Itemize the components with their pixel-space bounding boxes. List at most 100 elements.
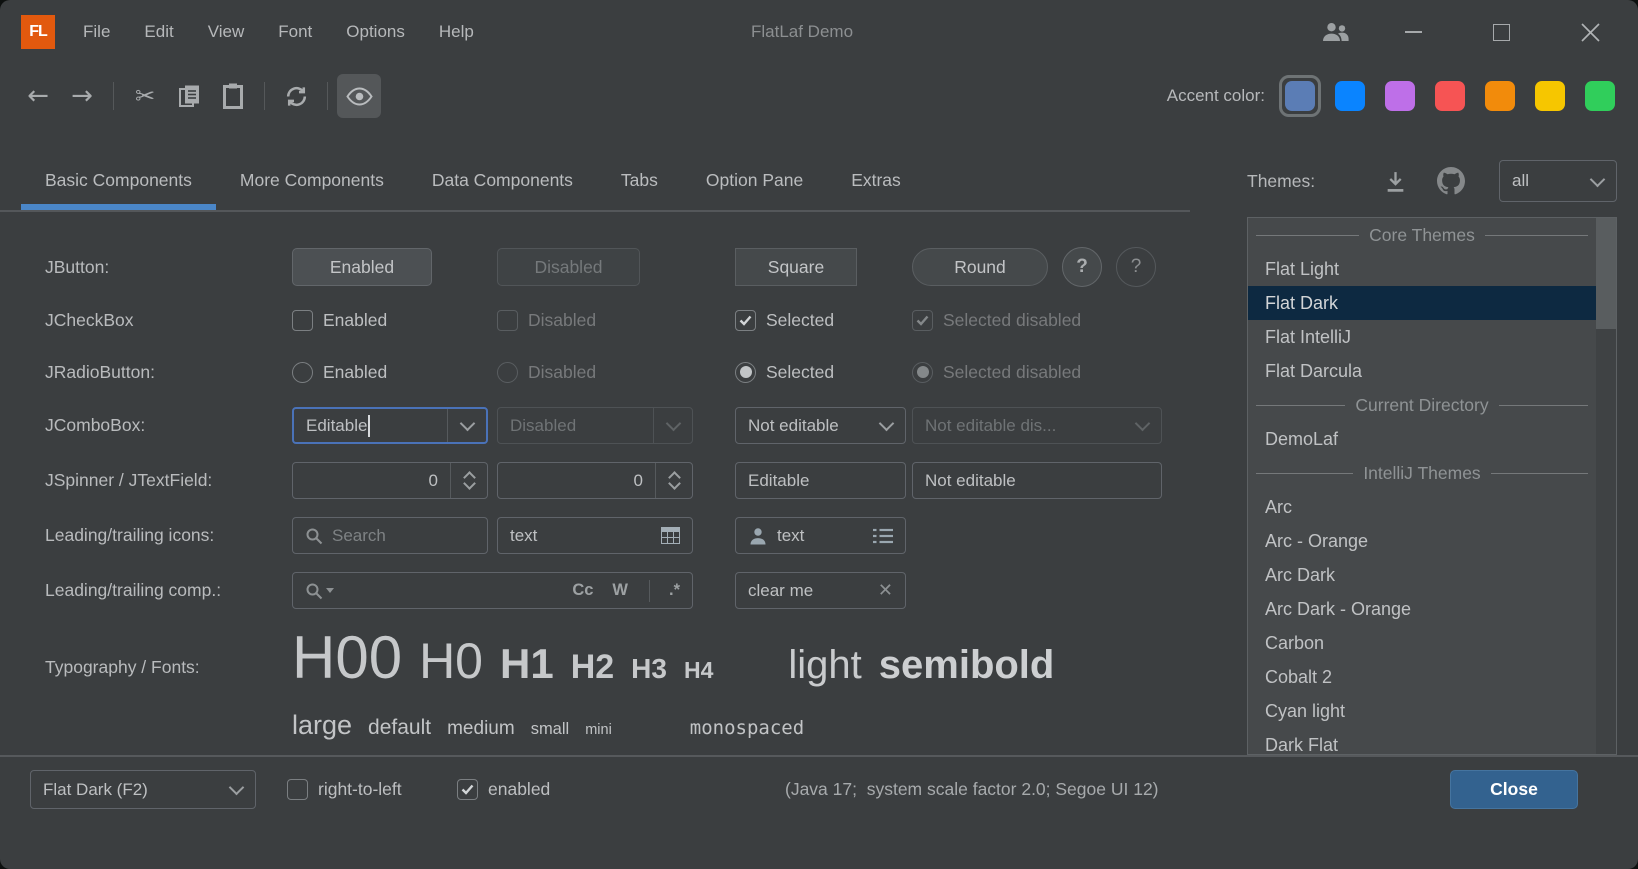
accent-swatch[interactable] bbox=[1529, 75, 1571, 117]
forward-button[interactable]: → bbox=[60, 74, 104, 118]
status-info: (Java 17; system scale factor 2.0; Segoe… bbox=[785, 770, 1159, 809]
show-hover-toggle-button[interactable] bbox=[337, 74, 381, 118]
scrollbar-thumb[interactable] bbox=[1596, 218, 1616, 329]
lookandfeel-combobox[interactable]: Flat Dark (F2) bbox=[30, 770, 256, 809]
download-themes-button[interactable] bbox=[1372, 160, 1418, 202]
editable-combobox[interactable]: Editable bbox=[292, 407, 488, 444]
combo-arrow[interactable] bbox=[447, 409, 486, 442]
clearable-field[interactable]: clear me ✕ bbox=[735, 572, 906, 609]
square-button[interactable]: Square bbox=[735, 248, 857, 286]
theme-list-item[interactable]: Cobalt 2 bbox=[1248, 660, 1596, 694]
theme-list-item[interactable]: Flat Dark bbox=[1248, 286, 1596, 320]
menu-item[interactable]: Edit bbox=[127, 22, 190, 42]
themes-scrollbar[interactable] bbox=[1596, 218, 1616, 754]
maximize-button[interactable] bbox=[1478, 0, 1524, 64]
close-window-button[interactable] bbox=[1567, 0, 1613, 64]
typo-mini: mini bbox=[585, 722, 612, 738]
theme-list-item[interactable]: Core Themes bbox=[1248, 218, 1596, 252]
spinner[interactable]: 0 bbox=[292, 462, 488, 499]
spinner-arrows[interactable] bbox=[655, 463, 692, 498]
theme-list-item[interactable]: IntelliJ Themes bbox=[1248, 456, 1596, 490]
theme-list-item[interactable]: Flat Light bbox=[1248, 252, 1596, 286]
text-field-with-table-icon[interactable]: text bbox=[497, 517, 693, 554]
menu-item[interactable]: Options bbox=[329, 22, 422, 42]
tab[interactable]: Tabs bbox=[597, 150, 682, 211]
theme-list-item[interactable]: Flat IntelliJ bbox=[1248, 320, 1596, 354]
menu-item[interactable]: Font bbox=[261, 22, 329, 42]
clear-x-icon[interactable]: ✕ bbox=[878, 580, 893, 601]
forward-arrow-icon: → bbox=[71, 81, 93, 111]
theme-list-item[interactable]: Dark Flat bbox=[1248, 728, 1596, 754]
enabled-checkbox[interactable]: enabled bbox=[457, 779, 550, 800]
back-button[interactable]: ← bbox=[16, 74, 60, 118]
help-button[interactable]: ? bbox=[1062, 247, 1102, 287]
tab[interactable]: Basic Components bbox=[21, 150, 216, 211]
theme-list-item[interactable]: Carbon bbox=[1248, 626, 1596, 660]
combobox-value: Not editable dis... bbox=[913, 416, 1123, 436]
checkbox[interactable]: Selected bbox=[735, 310, 912, 331]
tab[interactable]: Data Components bbox=[408, 150, 597, 211]
theme-list-item[interactable]: Arc bbox=[1248, 490, 1596, 524]
whole-words-button[interactable]: W bbox=[612, 581, 628, 600]
accent-swatch[interactable] bbox=[1329, 75, 1371, 117]
tab-bar: Basic ComponentsMore ComponentsData Comp… bbox=[0, 150, 1190, 211]
radio-button[interactable]: Disabled bbox=[497, 362, 735, 383]
chevron-down-icon bbox=[665, 416, 681, 432]
text-field-with-user-icon[interactable]: text bbox=[735, 517, 906, 554]
search-dropdown-button[interactable] bbox=[305, 582, 334, 600]
users-button[interactable] bbox=[1312, 0, 1358, 64]
search-icon bbox=[305, 527, 323, 545]
theme-list-item[interactable]: Arc - Orange bbox=[1248, 524, 1596, 558]
accent-swatch[interactable] bbox=[1379, 75, 1421, 117]
not-editable-combobox[interactable]: Not editable bbox=[735, 407, 906, 444]
check-icon bbox=[739, 315, 752, 326]
regex-button[interactable]: .* bbox=[669, 581, 680, 600]
table-icon[interactable] bbox=[661, 527, 680, 544]
accent-swatch[interactable] bbox=[1279, 75, 1321, 117]
statusbar-divider bbox=[0, 755, 1638, 757]
tab[interactable]: More Components bbox=[216, 150, 408, 211]
help-button-borderless[interactable]: ? bbox=[1116, 247, 1156, 287]
menu-item[interactable]: Help bbox=[422, 22, 491, 42]
minimize-button[interactable] bbox=[1390, 0, 1436, 64]
radio-button[interactable]: Selected disabled bbox=[912, 362, 1081, 383]
spinner-arrows[interactable] bbox=[450, 463, 487, 498]
textfield-value: Not editable bbox=[925, 471, 1016, 491]
theme-list-item[interactable]: Arc Dark bbox=[1248, 558, 1596, 592]
checkbox[interactable]: Selected disabled bbox=[912, 310, 1081, 331]
radio-button[interactable]: Selected bbox=[735, 362, 912, 383]
match-case-button[interactable]: Cc bbox=[572, 581, 593, 600]
cut-button[interactable]: ✂ bbox=[123, 74, 167, 118]
menu-item[interactable]: View bbox=[191, 22, 262, 42]
menu-list-icon[interactable] bbox=[873, 528, 893, 544]
paste-button[interactable] bbox=[211, 74, 255, 118]
menu-item[interactable]: File bbox=[66, 22, 127, 42]
right-to-left-checkbox[interactable]: right-to-left bbox=[287, 779, 402, 800]
checkbox[interactable]: Enabled bbox=[292, 310, 497, 331]
round-button[interactable]: Round bbox=[912, 248, 1048, 286]
close-button[interactable]: Close bbox=[1450, 770, 1578, 809]
theme-list-item[interactable]: DemoLaf bbox=[1248, 422, 1596, 456]
editable-textfield[interactable]: Editable bbox=[735, 462, 906, 499]
jspinner-row: JSpinner / JTextField: 0 0 Editable Not … bbox=[45, 462, 1162, 499]
theme-list-item[interactable]: Cyan light bbox=[1248, 694, 1596, 728]
checkbox[interactable]: Disabled bbox=[497, 310, 735, 331]
search-field-with-options[interactable]: Cc W .* bbox=[292, 572, 693, 609]
accent-swatch[interactable] bbox=[1479, 75, 1521, 117]
theme-list-item[interactable]: Arc Dark - Orange bbox=[1248, 592, 1596, 626]
theme-list-item[interactable]: Current Directory bbox=[1248, 388, 1596, 422]
search-field[interactable]: Search bbox=[292, 517, 488, 554]
github-button[interactable] bbox=[1428, 160, 1474, 202]
accent-swatch[interactable] bbox=[1579, 75, 1621, 117]
accent-swatch[interactable] bbox=[1429, 75, 1471, 117]
tab[interactable]: Option Pane bbox=[682, 150, 827, 211]
radio-button[interactable]: Enabled bbox=[292, 362, 497, 383]
dropdown-triangle-icon bbox=[326, 588, 334, 593]
tab[interactable]: Extras bbox=[827, 150, 925, 211]
copy-button[interactable] bbox=[167, 74, 211, 118]
refresh-button[interactable] bbox=[274, 74, 318, 118]
theme-list-item[interactable]: Flat Darcula bbox=[1248, 354, 1596, 388]
themes-filter-combobox[interactable]: all bbox=[1499, 160, 1617, 202]
enabled-button[interactable]: Enabled bbox=[292, 248, 432, 286]
spinner[interactable]: 0 bbox=[497, 462, 693, 499]
